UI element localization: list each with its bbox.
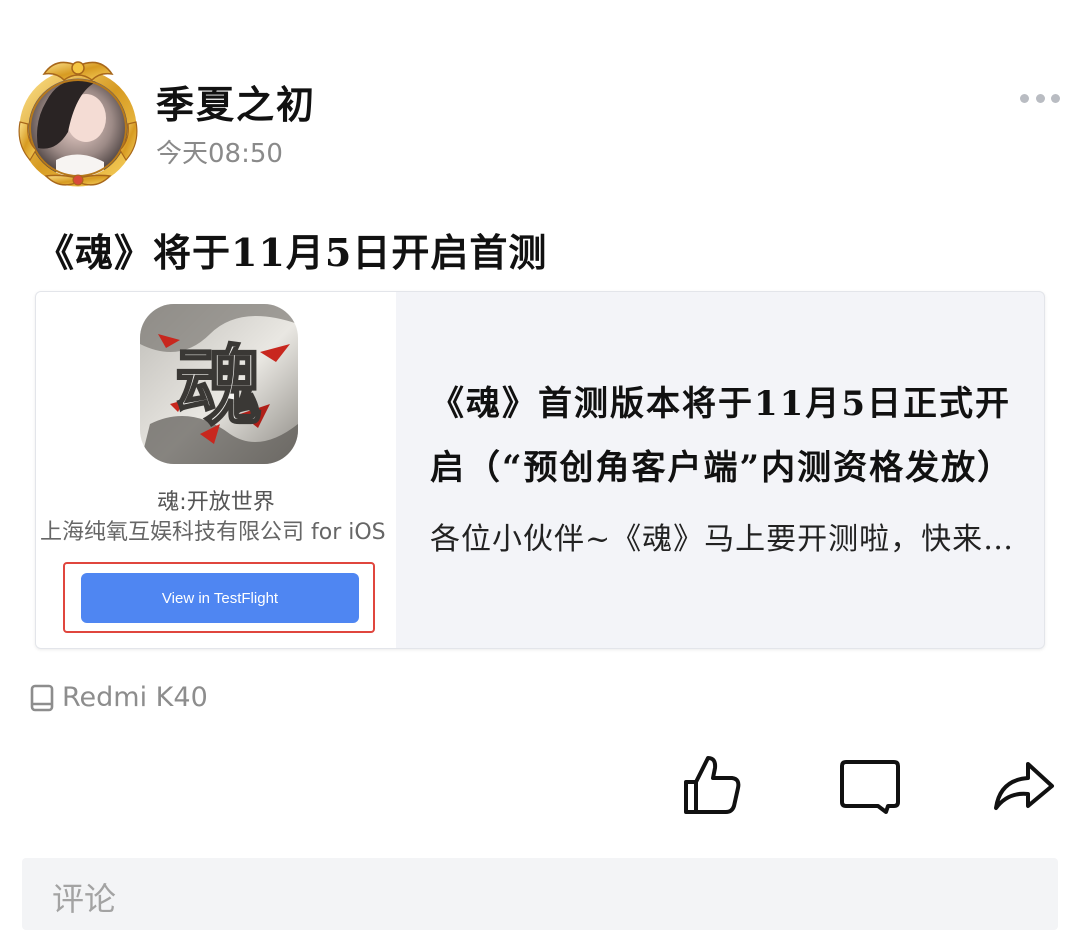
post-title: 《魂》将于11月5日开启首测 xyxy=(36,230,548,275)
device-source: Redmi K40 xyxy=(30,682,208,713)
share-button[interactable] xyxy=(992,752,1056,816)
more-dot xyxy=(1020,93,1029,103)
card-headline: 《魂》首测版本将于11月5日正式开启（“预创角客户端”内测资格发放） xyxy=(430,384,1014,488)
view-in-testflight-button[interactable]: View in TestFlight xyxy=(81,573,359,623)
comment-icon xyxy=(840,760,900,814)
testflight-highlight-frame: View in TestFlight xyxy=(63,562,375,633)
phone-icon xyxy=(30,684,54,711)
card-thumbnail: 魂 魂:开放世界 上海纯氧互娱科技有限公司 for iOS View in Te… xyxy=(36,292,396,648)
avatar-frame-icon xyxy=(18,61,138,187)
comment-button[interactable] xyxy=(838,752,902,816)
app-icon-glyph: 魂 xyxy=(176,336,262,437)
link-preview-card[interactable]: 魂 魂:开放世界 上海纯氧互娱科技有限公司 for iOS View in Te… xyxy=(35,291,1045,649)
author-avatar[interactable] xyxy=(16,52,140,190)
more-dot xyxy=(1035,93,1045,103)
device-label: Redmi K40 xyxy=(62,682,208,713)
post-timestamp: 今天08:50 xyxy=(156,139,283,169)
more-dot xyxy=(1051,93,1060,103)
like-button[interactable] xyxy=(680,752,744,816)
thumbs-up-icon xyxy=(684,756,741,814)
app-icon: 魂 xyxy=(140,304,298,464)
more-icon[interactable] xyxy=(1020,84,1060,112)
author-name[interactable]: 季夏之初 xyxy=(156,74,316,129)
card-text: 《魂》首测版本将于11月5日正式开启（“预创角客户端”内测资格发放） 各位小伙伴… xyxy=(430,372,1030,558)
app-name: 魂:开放世界 xyxy=(157,490,275,515)
card-description: 各位小伙伴~《魂》马上要开测啦，快来看看吧 xyxy=(430,522,1030,557)
app-developer: 上海纯氧互娱科技有限公司 for iOS xyxy=(40,520,386,545)
comment-input[interactable]: 评论 xyxy=(22,858,1058,930)
share-icon xyxy=(994,762,1054,810)
